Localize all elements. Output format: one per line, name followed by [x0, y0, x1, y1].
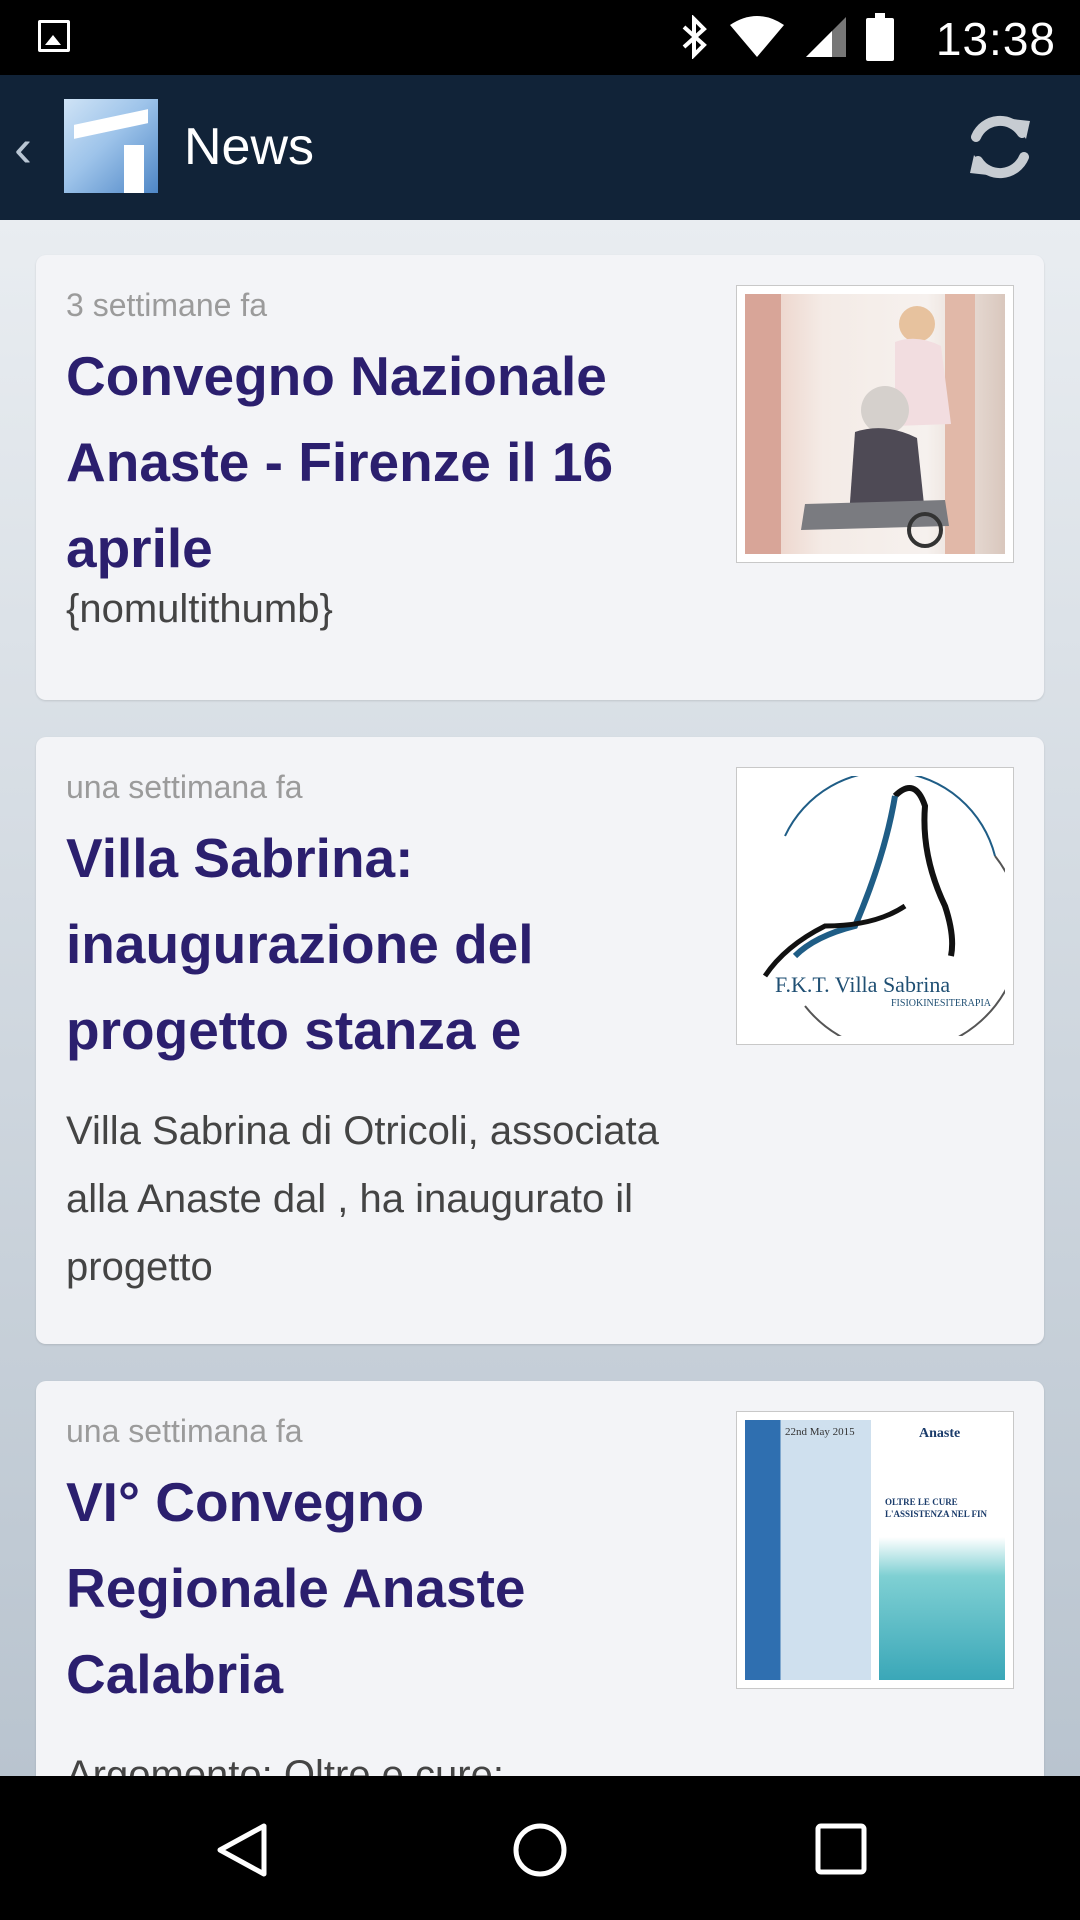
news-title[interactable]: Convegno Nazionale Anaste - Firenze il 1…	[66, 333, 686, 591]
villa-sabrina-logo: F.K.T. Villa Sabrina FISIOKINESITERAPIA	[745, 776, 1005, 1036]
recents-square-icon[interactable]	[814, 1822, 868, 1876]
clock: 13:38	[935, 13, 1056, 65]
news-title[interactable]: VI° Convegno Regionale Anaste Calabria	[66, 1459, 686, 1717]
news-card[interactable]: una settimana fa VI° Convegno Regionale …	[36, 1381, 1044, 1776]
news-time: 3 settimane fa	[66, 287, 267, 323]
news-description: {nomultithumb}	[66, 587, 333, 631]
system-nav-bar	[0, 1776, 1080, 1920]
nurse-photo	[745, 294, 1005, 554]
status-bar: 13:38	[0, 0, 1080, 75]
elderly-care-illustration	[745, 294, 975, 554]
news-title[interactable]: Villa Sabrina: inaugurazione del progett…	[66, 815, 686, 1073]
news-time: una settimana fa	[66, 1413, 303, 1449]
app-logo[interactable]	[64, 99, 158, 193]
flyer-heading: OLTRE LE CURE L'ASSISTENZA NEL FIN	[885, 1497, 988, 1519]
flyer-right-page: Anaste OLTRE LE CURE L'ASSISTENZA NEL FI…	[879, 1420, 1005, 1680]
refresh-icon[interactable]	[960, 107, 1040, 187]
page-title: News	[184, 118, 315, 176]
news-list[interactable]: 3 settimane fa Convegno Nazionale Anaste…	[0, 220, 1080, 1776]
news-thumbnail[interactable]: 22nd May 2015 Anaste OLTRE LE CURE L'ASS…	[736, 1411, 1014, 1689]
news-thumbnail[interactable]: F.K.T. Villa Sabrina FISIOKINESITERAPIA	[736, 767, 1014, 1045]
flyer-date: 22nd May 2015	[785, 1426, 855, 1438]
back-triangle-icon[interactable]	[214, 1822, 270, 1878]
back-chevron-icon[interactable]: ‹	[14, 117, 32, 179]
news-description: Villa Sabrina di Otricoli, associata all…	[66, 1109, 659, 1289]
news-card[interactable]: 3 settimane fa Convegno Nazionale Anaste…	[36, 255, 1044, 700]
news-thumbnail[interactable]	[736, 285, 1014, 563]
battery-icon	[866, 13, 894, 61]
flyer-left-page: 22nd May 2015	[745, 1420, 871, 1680]
thumb-subtext: FISIOKINESITERAPIA	[891, 998, 991, 1009]
convegno-flyer: 22nd May 2015 Anaste OLTRE LE CURE L'ASS…	[745, 1420, 1005, 1680]
news-time: una settimana fa	[66, 769, 303, 805]
thumb-brand: F.K.T. Villa Sabrina	[775, 972, 951, 997]
status-icons	[680, 12, 894, 62]
home-circle-icon[interactable]	[510, 1820, 570, 1880]
news-description: Argomento: Oltre e cure:	[66, 1753, 504, 1776]
flyer-brand: Anaste	[919, 1426, 961, 1441]
signal-icon	[806, 17, 846, 57]
news-card[interactable]: una settimana fa Villa Sabrina: inaugura…	[36, 737, 1044, 1344]
app-bar: ‹ News	[0, 75, 1080, 220]
image-notification-icon	[38, 20, 70, 52]
bluetooth-icon	[682, 15, 707, 59]
wifi-icon	[730, 16, 784, 57]
